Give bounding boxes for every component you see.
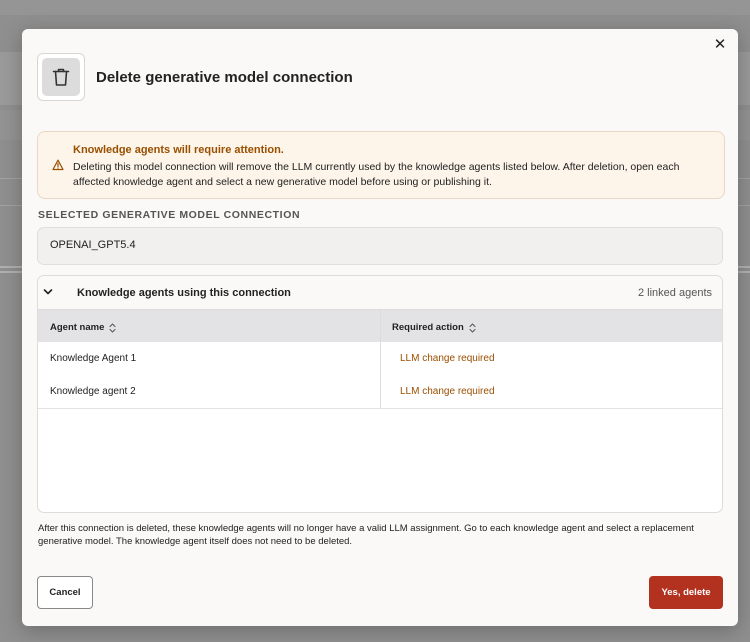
linked-agents-count: 2 linked agents xyxy=(638,287,712,299)
agent-name-cell: Knowledge agent 2 xyxy=(50,386,136,397)
column-header-agent-name[interactable]: Agent name xyxy=(50,322,116,333)
warning-banner: Knowledge agents will require attention.… xyxy=(37,131,725,199)
trash-icon xyxy=(42,58,80,96)
background-bar xyxy=(0,0,750,15)
close-button[interactable]: ✕ xyxy=(712,37,728,53)
column-divider xyxy=(380,309,381,408)
chevron-down-icon[interactable] xyxy=(43,287,53,297)
required-action-cell: LLM change required xyxy=(400,386,495,397)
dialog-title: Delete generative model connection xyxy=(96,69,353,86)
linked-agents-panel: Knowledge agents using this connection 2… xyxy=(37,275,723,513)
panel-header[interactable]: Knowledge agents using this connection 2… xyxy=(38,276,722,309)
warning-title: Knowledge agents will require attention. xyxy=(73,144,284,156)
delete-connection-dialog: ✕ Delete generative model connection Kno… xyxy=(22,29,738,626)
sort-icon[interactable] xyxy=(469,323,476,333)
required-action-cell: LLM change required xyxy=(400,353,495,364)
warning-text: Deleting this model connection will remo… xyxy=(73,161,680,188)
confirm-delete-button[interactable]: Yes, delete xyxy=(649,576,723,609)
connection-value: OPENAI_GPT5.4 xyxy=(50,239,136,251)
agent-name-cell: Knowledge Agent 1 xyxy=(50,353,137,364)
column-header-required-action[interactable]: Required action xyxy=(392,322,476,333)
footnote-text: After this connection is deleted, these … xyxy=(38,523,694,547)
panel-title: Knowledge agents using this connection xyxy=(77,287,291,299)
column-header-label: Agent name xyxy=(50,322,105,333)
column-header-label: Required action xyxy=(392,322,464,333)
cancel-button[interactable]: Cancel xyxy=(37,576,93,609)
sort-icon[interactable] xyxy=(109,323,116,333)
connection-section-label: SELECTED GENERATIVE MODEL CONNECTION xyxy=(38,209,301,221)
selected-connection-field: OPENAI_GPT5.4 xyxy=(37,227,723,265)
dialog-icon-box xyxy=(37,53,85,101)
warning-triangle-icon xyxy=(52,159,64,171)
